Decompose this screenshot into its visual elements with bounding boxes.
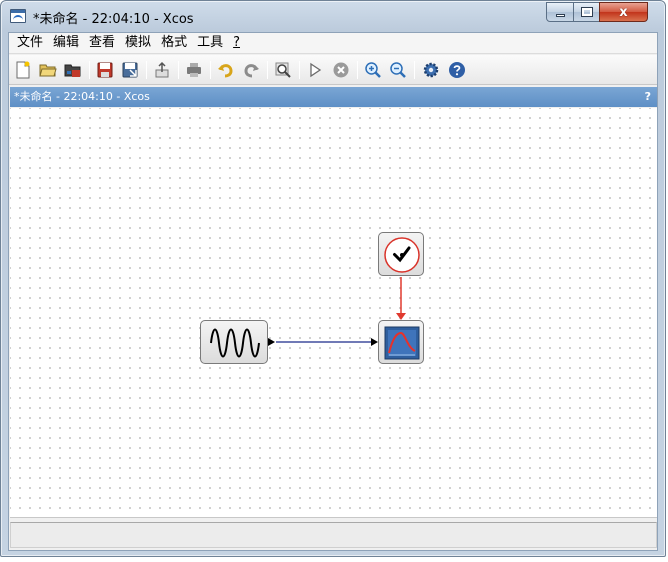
diagram-links [268, 277, 406, 346]
folder-open-icon [39, 64, 57, 77]
print-button[interactable] [184, 60, 204, 80]
minimize-icon [555, 14, 565, 17]
toolbar-separator [146, 61, 147, 79]
help-button[interactable] [447, 60, 467, 80]
close-icon: x [619, 4, 628, 20]
zoom-out-button[interactable] [388, 60, 408, 80]
toolbar-separator [210, 61, 211, 79]
clock-block[interactable] [378, 232, 424, 276]
menu-format[interactable]: 格式 [157, 33, 191, 53]
clock-icon [384, 237, 420, 273]
open-in-scilab-button[interactable] [63, 60, 83, 80]
new-file-icon [16, 61, 30, 79]
regular-link-arrow [371, 338, 378, 346]
zoom-in-icon [365, 62, 381, 78]
maximize-button[interactable] [573, 2, 600, 22]
redo-icon [244, 64, 259, 78]
sine-generator-block[interactable] [200, 320, 268, 364]
save-as-icon [122, 62, 138, 78]
save-button[interactable] [95, 60, 115, 80]
maximize-icon [580, 7, 593, 17]
zoom-fit-button[interactable] [273, 60, 293, 80]
zoom-out-icon [390, 62, 406, 78]
export-button[interactable] [152, 60, 172, 80]
diagram-tab-title: *未命名 - 22:04:10 - Xcos ? [10, 87, 657, 107]
zoom-fit-icon [275, 62, 291, 78]
scope-icon [384, 326, 420, 360]
menu-edit[interactable]: 编辑 [49, 33, 83, 53]
export-icon [155, 61, 169, 78]
minimize-button[interactable] [546, 2, 574, 22]
new-diagram-button[interactable] [13, 60, 33, 80]
stop-button[interactable] [331, 60, 351, 80]
zoom-in-button[interactable] [363, 60, 383, 80]
window-client-area: 文件 编辑 查看 模拟 格式 工具 ? *未命名 - 22:04:10 - Xc… [8, 32, 658, 551]
toolbar-separator [267, 61, 268, 79]
menu-file[interactable]: 文件 [13, 33, 47, 53]
sine-output-port[interactable] [268, 338, 275, 346]
toolbar-separator [299, 61, 300, 79]
save-icon [97, 62, 113, 78]
help-icon [449, 62, 465, 78]
toolbar-separator [89, 61, 90, 79]
diagram-canvas[interactable] [10, 108, 657, 518]
undo-icon [218, 64, 233, 78]
start-button[interactable] [305, 60, 325, 80]
gear-icon [423, 62, 439, 78]
toolbar-separator [178, 61, 179, 79]
menu-view[interactable]: 查看 [85, 33, 119, 53]
xcos-app-icon [10, 9, 26, 23]
window-title: *未命名 - 22:04:10 - Xcos [33, 12, 194, 27]
sine-wave-icon [210, 328, 260, 358]
menu-help[interactable]: ? [229, 33, 244, 53]
toolbar-separator [357, 61, 358, 79]
folder-scilab-icon [64, 64, 81, 77]
diagram-help-icon[interactable]: ? [645, 87, 651, 107]
diagram-tab-title-text: *未命名 - 22:04:10 - Xcos [14, 90, 150, 103]
title-bar[interactable]: *未命名 - 22:04:10 - Xcos x [1, 1, 665, 32]
settings-button[interactable] [421, 60, 441, 80]
save-as-button[interactable] [120, 60, 140, 80]
open-button[interactable] [38, 60, 58, 80]
xcos-window: *未命名 - 22:04:10 - Xcos x 文件 编辑 查看 模拟 格式 … [0, 0, 666, 557]
redo-button[interactable] [241, 60, 261, 80]
scope-block[interactable] [378, 320, 424, 364]
close-button[interactable]: x [599, 2, 648, 22]
status-bar [10, 522, 657, 548]
screen-bottom-strip [0, 557, 668, 562]
activation-link-arrow [396, 313, 406, 320]
toolbar-separator [414, 61, 415, 79]
menu-simulation[interactable]: 模拟 [121, 33, 155, 53]
undo-button[interactable] [216, 60, 236, 80]
play-icon [310, 62, 322, 78]
printer-icon [187, 63, 201, 77]
menu-bar: 文件 编辑 查看 模拟 格式 工具 ? [9, 33, 657, 54]
menu-tools[interactable]: 工具 [193, 33, 227, 53]
stop-icon [333, 62, 349, 78]
toolbar [9, 55, 657, 85]
